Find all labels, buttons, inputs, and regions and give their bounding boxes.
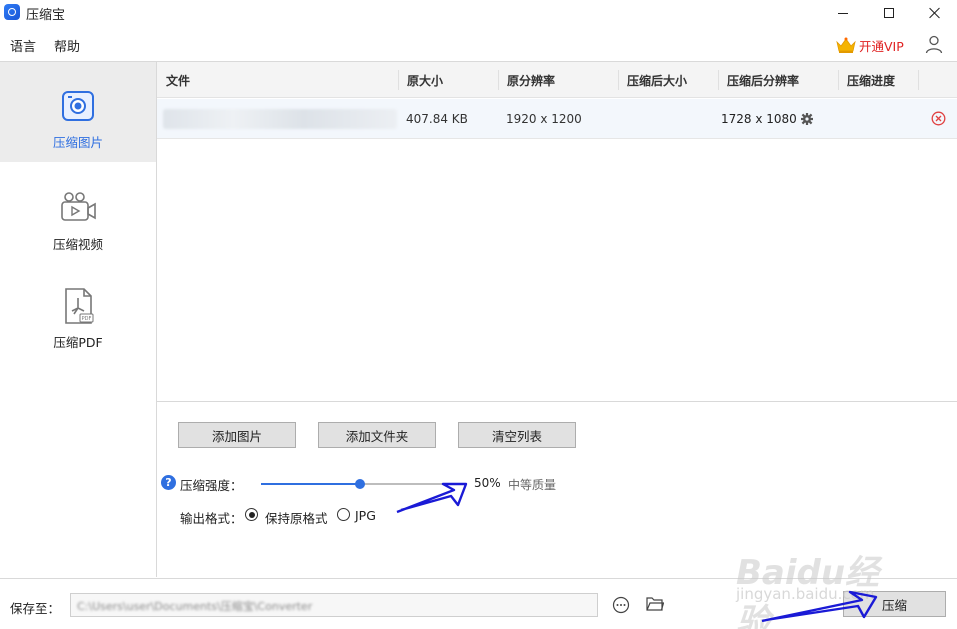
menu-help[interactable]: 帮助	[54, 36, 80, 55]
column-divider	[718, 70, 719, 90]
header-progress: 压缩进度	[847, 74, 896, 88]
sidebar-item-compress-video[interactable]: 压缩视频	[0, 164, 156, 264]
sidebar-item-label: 压缩图片	[52, 135, 103, 150]
app-window: 压缩宝 语言 帮助 开通VIP 压缩图片 压缩视频 PDF 压缩PDF 文件 原…	[0, 0, 957, 629]
keep-format-radio[interactable]	[245, 508, 258, 521]
compress-button[interactable]: 压缩	[843, 591, 946, 617]
keep-format-label[interactable]: 保持原格式	[265, 508, 328, 527]
strength-percent: 50%	[474, 476, 501, 490]
file-name-cell	[163, 109, 397, 129]
vip-button[interactable]: 开通VIP	[835, 34, 904, 56]
maximize-button[interactable]	[866, 0, 912, 26]
app-logo-icon	[4, 4, 20, 20]
menu-language[interactable]: 语言	[10, 36, 36, 55]
column-divider	[918, 70, 919, 90]
crown-icon	[836, 37, 856, 53]
camera-icon	[62, 91, 94, 121]
column-divider	[498, 70, 499, 90]
compression-settings: 添加图片 添加文件夹 清空列表 ? 压缩强度： 50% 中等质量 输出格式： 保…	[157, 403, 957, 577]
original-resolution-cell: 1920 x 1200	[506, 112, 582, 126]
header-compressed-size: 压缩后大小	[627, 74, 688, 88]
save-path-field[interactable]: C:\Users\user\Documents\压缩宝\Converter	[70, 593, 598, 617]
slider-thumb[interactable]	[355, 479, 365, 489]
quality-label: 中等质量	[508, 478, 557, 492]
maximize-icon	[884, 8, 894, 18]
gear-icon[interactable]	[800, 113, 813, 125]
column-divider	[618, 70, 619, 90]
open-folder-icon[interactable]	[646, 596, 664, 612]
compressed-resolution-cell[interactable]: 1728 x 1080	[721, 112, 813, 126]
file-table: 文件 原大小 原分辨率 压缩后大小 压缩后分辨率 压缩进度 407.84 KB …	[157, 61, 957, 402]
user-account-icon[interactable]	[924, 34, 944, 54]
table-header: 文件 原大小 原分辨率 压缩后大小 压缩后分辨率 压缩进度	[157, 62, 957, 98]
save-location-bar: 保存至： C:\Users\user\Documents\压缩宝\Convert…	[0, 578, 957, 629]
close-button[interactable]	[912, 0, 957, 26]
sidebar: 压缩图片 压缩视频 PDF 压缩PDF	[0, 61, 157, 577]
header-original-size: 原大小	[407, 74, 444, 88]
sidebar-item-compress-image[interactable]: 压缩图片	[0, 62, 156, 162]
header-file: 文件	[166, 74, 191, 88]
menu-bar: 语言 帮助 开通VIP	[0, 30, 957, 58]
pdf-file-icon: PDF	[65, 288, 94, 324]
output-format-label: 输出格式：	[180, 511, 243, 526]
svg-text:PDF: PDF	[82, 316, 92, 322]
title-bar: 压缩宝	[0, 0, 957, 26]
add-folder-button[interactable]: 添加文件夹	[318, 422, 436, 448]
column-divider	[838, 70, 839, 90]
table-row[interactable]: 407.84 KB 1920 x 1200 1728 x 1080	[157, 99, 957, 139]
jpg-format-label[interactable]: JPG	[355, 508, 376, 523]
video-camera-icon	[61, 192, 96, 221]
vip-label: 开通VIP	[859, 38, 904, 54]
strength-slider[interactable]	[261, 479, 459, 489]
minimize-icon	[838, 12, 848, 14]
clear-list-button[interactable]: 清空列表	[458, 422, 576, 448]
minimize-button[interactable]	[820, 0, 866, 26]
sidebar-item-label: 压缩PDF	[53, 335, 103, 350]
close-icon	[929, 7, 941, 19]
add-image-button[interactable]: 添加图片	[178, 422, 296, 448]
jpg-format-radio[interactable]	[337, 508, 350, 521]
original-size-cell: 407.84 KB	[406, 112, 468, 126]
more-options-icon[interactable]	[612, 596, 630, 614]
column-divider	[398, 70, 399, 90]
header-original-resolution: 原分辨率	[507, 74, 556, 88]
save-path-text: C:\Users\user\Documents\压缩宝\Converter	[77, 600, 313, 613]
compressed-resolution-value: 1728 x 1080	[721, 112, 797, 126]
remove-file-icon[interactable]	[931, 111, 946, 126]
header-compressed-resolution: 压缩后分辨率	[727, 74, 800, 88]
save-to-label: 保存至：	[10, 601, 61, 616]
help-icon[interactable]: ?	[161, 475, 176, 490]
strength-label: 压缩强度：	[180, 478, 243, 493]
window-title: 压缩宝	[26, 8, 66, 23]
slider-fill	[261, 483, 360, 485]
sidebar-item-compress-pdf[interactable]: PDF 压缩PDF	[0, 262, 156, 362]
sidebar-item-label: 压缩视频	[52, 237, 103, 252]
